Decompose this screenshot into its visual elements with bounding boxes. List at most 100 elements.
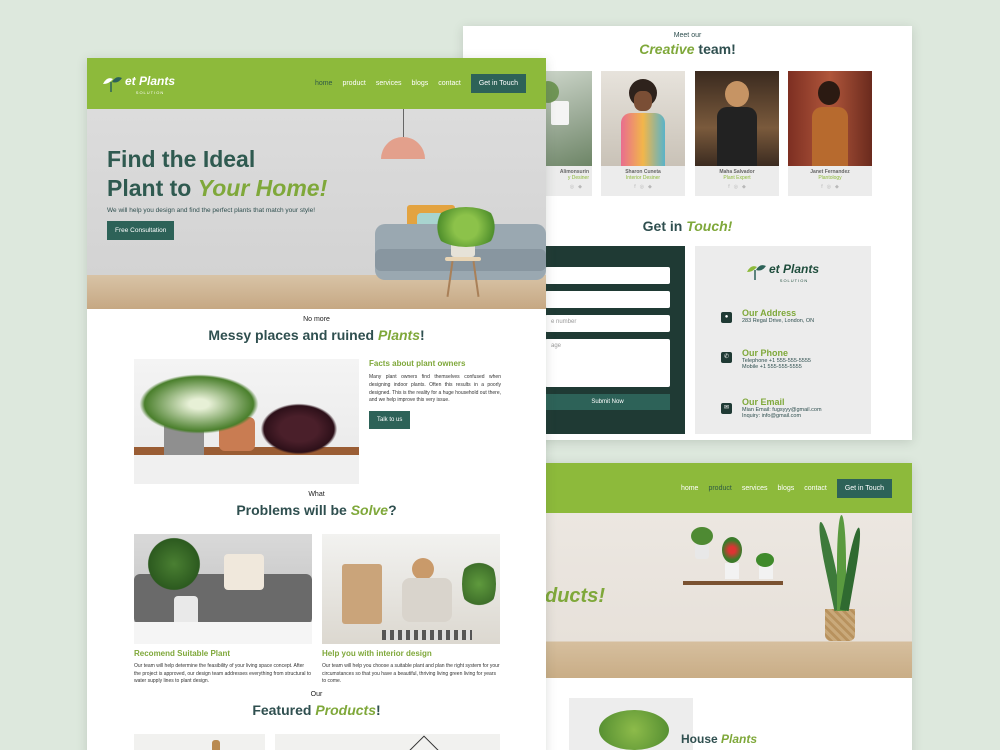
nav-blogs[interactable]: blogs [778,485,795,492]
leaf-logo-icon [747,264,766,280]
featured-title-plain: Featured [252,702,316,718]
team-member: Sharon Cuneta Interior Desiner f ◎ ◆ [601,71,685,196]
member-photo [601,71,685,166]
location-pin-icon: ● [721,312,732,323]
home-logo[interactable]: et Plants SOLUTION [101,72,175,95]
contact-title-plain: Get in [642,218,687,234]
info-email: ✉ Our Email Mian Email: fugsyyy@gmail.com… [721,397,822,419]
house-plants-plain: House [681,732,722,746]
instagram-icon[interactable]: ◎ [734,184,738,190]
house-plants-heading: House Plants [681,732,757,746]
team-title-plain: team! [694,41,736,57]
team-title-accent: Creative [639,41,695,57]
instagram-icon[interactable]: ◎ [570,184,574,190]
problems-title-end: ? [388,502,397,518]
home-nav-links: home product services blogs contact Get … [315,74,526,93]
problem-title: Help you with interior design [322,649,432,658]
member-role: Interior Desiner [625,175,661,181]
info-label: Our Email [742,397,785,407]
home-hero: Find the Ideal Plant to Your Home! We wi… [87,109,546,309]
living-room-image [134,534,312,644]
product-thumb[interactable] [134,734,265,750]
get-in-touch-button[interactable]: Get in Touch [470,74,526,93]
info-phone: ✆ Our Phone Telephone +1 555-555-5555 Mobi… [721,348,811,370]
hero-title-accent: Your Home! [197,174,328,201]
house-plants-accent: Plants [721,732,758,746]
twitter-icon[interactable]: ◆ [648,184,652,190]
hero-title-plain: Plant to [107,174,198,201]
facebook-icon[interactable]: f [728,184,729,190]
nav-home[interactable]: home [681,485,699,492]
team-grid: Alimonsurin y Desiner ◎ ◆ Sharon Cuneta I… [531,71,873,223]
instagram-icon[interactable]: ◎ [827,184,831,190]
member-name: Sharon Cuneta [625,169,661,175]
messy-title-end: ! [419,327,425,343]
info-label: Our Phone [742,348,789,358]
product-thumb[interactable] [275,734,500,750]
problems-kicker: What [308,491,325,498]
facebook-icon[interactable]: f [634,184,635,190]
name-field[interactable] [545,267,670,284]
get-in-touch-button[interactable]: Get in Touch [836,478,892,498]
team-member: Maha Salvador Plant Expert f ◎ ◆ [695,71,779,196]
nav-product[interactable]: product [342,80,365,87]
products-nav-links: home product services blogs contact Get … [681,478,892,498]
twitter-icon[interactable]: ◆ [742,184,746,190]
messy-section: No more Messy places and ruined Plants! [87,316,546,343]
problem-card: Help you with interior design Our team w… [322,534,500,686]
nav-services[interactable]: services [742,485,768,492]
home-card: et Plants SOLUTION home product services … [87,58,546,750]
hero-title-line2: Plant to Your Home! [107,174,327,203]
featured-title-accent: Products [315,702,377,718]
house-plant-image [569,698,693,750]
submit-button[interactable]: Submit Now [545,394,670,410]
nav-contact[interactable]: contact [804,485,827,492]
wall-shelf [683,581,783,585]
instagram-icon[interactable]: ◎ [640,184,644,190]
email-field[interactable] [545,291,670,308]
home-navbar: et Plants SOLUTION home product services … [87,58,546,109]
phone-field[interactable]: e number [545,315,670,332]
contact-title-accent: Touch! [686,218,733,234]
reading-woman-image [322,534,500,644]
messy-title-plain: Messy places and ruined [208,327,378,343]
hero-title-fragment: ducts! [545,585,605,607]
member-name: Maha Salvador [719,169,755,175]
twitter-icon[interactable]: ◆ [835,184,839,190]
contact-logo: et Plants SOLUTION [745,260,819,283]
member-photo [788,71,872,166]
problem-card: Recomend Suitable Plant Our team will he… [134,534,312,686]
nav-services[interactable]: services [376,80,402,87]
message-field[interactable]: age [545,339,670,387]
nav-blogs[interactable]: blogs [412,80,429,87]
brand-name: et Plants [769,262,820,276]
facts-body: Many plant owners find themselves confus… [369,374,501,404]
brand-name: et Plants [125,74,176,88]
talk-to-us-button[interactable]: Talk to us [369,411,411,429]
featured-kicker: Our [310,691,323,698]
hero-subtitle: We will help you design and find the per… [107,206,315,214]
messy-title: Messy places and ruined Plants! [87,327,546,343]
info-label: Our Address [742,308,797,318]
free-consultation-button[interactable]: Free Consultation [107,220,175,240]
problem-title: Recomend Suitable Plant [134,649,231,658]
team-kicker: Meet our [673,32,702,39]
featured-title: Featured Products! [87,702,546,718]
featured-title-end: ! [376,702,381,718]
member-socials: f ◎ ◆ [601,184,685,190]
facebook-icon[interactable]: f [821,184,822,190]
problems-title-accent: Solve [350,502,389,518]
facts-block: Facts about plant owners Many plant owne… [369,359,501,429]
facts-title: Facts about plant owners [369,359,466,368]
brand-tagline: SOLUTION [135,90,165,95]
contact-info: et Plants SOLUTION ● Our Address 283 Regal… [695,246,871,434]
leaf-logo-icon [103,76,122,92]
problems-title: Problems will be Solve? [87,502,546,518]
nav-contact[interactable]: contact [438,80,461,87]
hero-title-line1: Find the Ideal [107,146,256,172]
nav-product[interactable]: product [708,485,731,492]
nav-home[interactable]: home [315,80,333,87]
plants-shelf-image [134,359,359,484]
twitter-icon[interactable]: ◆ [578,184,582,190]
problems-section: What Problems will be Solve? [87,491,546,518]
